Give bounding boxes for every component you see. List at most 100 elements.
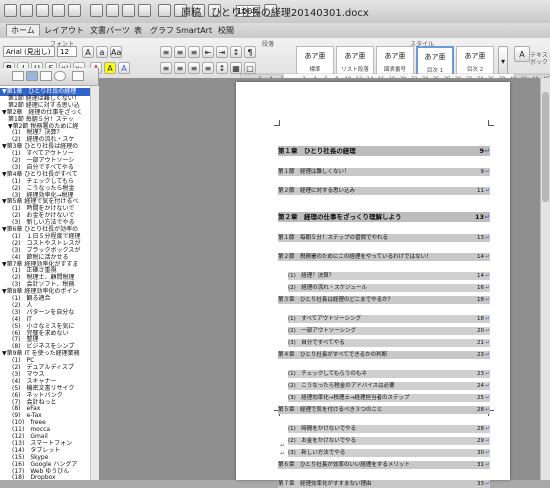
text-effects-button[interactable]: A xyxy=(118,62,130,74)
toc-entry[interactable]: (1) チェックしてもらうのもネ 23 ↵ xyxy=(288,370,490,378)
search-icon[interactable] xyxy=(54,71,66,81)
increase-indent-icon[interactable]: ⇥ xyxy=(216,46,228,58)
highlight-button[interactable]: A xyxy=(104,62,116,74)
return-mark-icon: ↵ xyxy=(485,316,490,322)
return-mark-icon: ↵ xyxy=(485,340,490,346)
document-page[interactable]: ↵ ↵ xyxy=(236,82,510,480)
return-mark-icon: ↵ xyxy=(485,438,490,444)
toc-entry[interactable]: (1) すべてアウトソーシング 18 ↵ xyxy=(288,315,490,323)
toc-page-number: 33 xyxy=(477,481,484,487)
return-mark-icon: ↵ xyxy=(485,235,490,241)
toc-entry[interactable]: 第２節 税務署のためにこの経理をやっているわけではない！ 14 ↵ xyxy=(278,253,490,261)
style-preview: あア亜 xyxy=(384,52,406,60)
paragraph-group-label: 段落 xyxy=(262,41,275,48)
toc-page-number: 13 xyxy=(474,213,484,221)
toc-entry[interactable]: (2) お金をかけないでやる 29 ↵ xyxy=(288,437,490,445)
toc-entry[interactable]: 第７章 経理効率化がすすまない理由 33 ↵ xyxy=(278,480,490,488)
toc-page-number: 23 xyxy=(477,352,484,358)
navigation-scrollbar[interactable] xyxy=(90,86,99,480)
tab-home[interactable]: ホーム xyxy=(6,24,40,36)
toc-entry[interactable]: 第２章 経理の仕事をざっくり理解しよう 13 ↵ xyxy=(278,212,490,222)
toc-entry-text: 第１節 毎朝５分！ステップの習慣でやれる xyxy=(278,235,389,241)
tab-document-elements[interactable]: 文書パーツ xyxy=(90,25,130,36)
toc-entry[interactable]: 第２節 経理に対する思い込み 11 ↵ xyxy=(278,187,490,195)
tab-charts[interactable]: グラフ xyxy=(150,25,174,36)
style-preview: あア亜 xyxy=(424,53,446,61)
style-preview: あア亜 xyxy=(304,52,326,60)
title-bar: 100% 原稿 ひとり社長の経理20140301.docx xyxy=(0,0,550,24)
toc-entry[interactable]: 第１節 経理は難しくない！ 9 ↵ xyxy=(278,168,490,176)
toc-entry[interactable]: 第６章 ひとり社長が効率のいい経理をするメリット 31 ↵ xyxy=(278,461,490,469)
font-name-select[interactable]: Arial (見出し) xyxy=(3,46,55,57)
show-marks-icon[interactable]: ¶ xyxy=(244,46,256,58)
multilevel-list-icon[interactable]: ≡ xyxy=(188,46,200,58)
shrink-font-icon[interactable]: a xyxy=(96,46,108,58)
toc-entry-text: 第５章 経理で気を付けるべき３つのこと xyxy=(278,407,383,413)
scroll-thumb[interactable] xyxy=(542,92,549,202)
return-mark-icon: ↵ xyxy=(485,450,490,456)
toc-entry[interactable]: (3) 自分ですべてやる 21 ↵ xyxy=(288,339,490,347)
reference-tools-icon[interactable] xyxy=(40,71,52,81)
toc-entry[interactable]: 第１章 ひとり社長の経理 9 ↵ xyxy=(278,146,490,156)
toc-entry[interactable]: (2) 一部アウトソーシング 20 ↵ xyxy=(288,327,490,335)
toc-page-number: 31 xyxy=(477,462,484,468)
toc-page-number: 30 xyxy=(477,450,484,456)
toc-entry[interactable]: 第４章 ひとり社長がすべてできるかの判断 23 ↵ xyxy=(278,351,490,359)
horizontal-ruler[interactable]: 6422468101214161820222426283032343638404… xyxy=(239,68,550,83)
line-spacing-icon[interactable]: ↕ xyxy=(216,62,228,74)
tab-tables[interactable]: 表 xyxy=(134,25,142,36)
ribbon-tab-bar: ホーム レイアウト 文書パーツ 表 グラフ SmartArt 校閲 xyxy=(0,23,550,39)
toc-entry-text: (1) すべてアウトソーシング xyxy=(288,316,362,322)
return-mark-icon: ↵ xyxy=(484,213,490,221)
document-scrollbar[interactable] xyxy=(540,78,550,480)
toc-entry[interactable]: (3) 経理効率化→税理士→経理担当者のステップ 25 ↵ xyxy=(288,394,490,402)
tab-layout[interactable]: レイアウト xyxy=(44,25,84,36)
toc-entry[interactable]: 第３章 ひとり社長は経理のどこまでやるか？ 18 ↵ xyxy=(278,296,490,304)
return-mark-icon: ↵ xyxy=(485,352,490,358)
return-mark-icon: ↵ xyxy=(485,462,490,468)
thumbnail-view-icon[interactable] xyxy=(12,71,24,81)
toc-entry-text: (1) チェックしてもらうのもネ xyxy=(288,371,367,377)
font-size-select[interactable]: 12 xyxy=(57,46,77,57)
toc-page-number: 18 xyxy=(477,297,484,303)
return-mark-icon: ↵ xyxy=(485,371,490,377)
toc-entry[interactable]: (2) 経理の流れ・スケジュール 16 ↵ xyxy=(288,284,490,292)
toc-entry[interactable]: 第５章 経理で気を付けるべき３つのこと 28 ↵ xyxy=(278,406,490,414)
return-mark-icon: ↵ xyxy=(485,273,490,279)
toc-entry-text: (2) 一部アウトソーシング xyxy=(288,328,357,334)
text-box-icon[interactable]: A xyxy=(514,46,530,62)
sort-icon[interactable]: ↕ xyxy=(230,46,242,58)
document-map-item[interactable]: (18) Dropbox xyxy=(12,474,56,480)
toc-entry-text: (3) 経理効率化→税理士→経理担当者のステップ xyxy=(288,395,410,401)
numbering-icon[interactable]: ≡ xyxy=(174,46,186,58)
toc-entry[interactable]: (2) こうなったら税金のアドバイスは必要 24 ↵ xyxy=(288,382,490,390)
align-center-icon[interactable]: ≡ xyxy=(174,62,186,74)
return-mark-icon: ↵ xyxy=(485,297,490,303)
document-map-icon[interactable] xyxy=(26,71,38,81)
justify-icon[interactable]: ≡ xyxy=(202,62,214,74)
return-mark-icon: ↵ xyxy=(485,395,490,401)
grow-font-icon[interactable]: A xyxy=(82,46,94,58)
tab-smartart[interactable]: SmartArt xyxy=(176,25,212,36)
document-map: ▼第1章 ひとり社長の経理 第1節 経理は難しくない！ 第2節 経理に対する思い込 ▼… xyxy=(0,86,90,480)
tab-review[interactable]: 校閲 xyxy=(218,25,234,36)
toc-entry-text: 第６章 ひとり社長が効率のいい経理をするメリット xyxy=(278,462,410,468)
toc-entry[interactable]: 第１節 毎朝５分！ステップの習慣でやれる 13 ↵ xyxy=(278,234,490,242)
toc-entry[interactable]: (1) 時間をかけないでやる 28 ↵ xyxy=(288,425,490,433)
bullets-icon[interactable]: ≡ xyxy=(160,46,172,58)
toc-page-number: 14 xyxy=(477,273,484,279)
toc-entry-text: (3) 自分ですべてやる xyxy=(288,340,345,346)
toc-entry-text: (2) こうなったら税金のアドバイスは必要 xyxy=(288,383,395,389)
align-right-icon[interactable]: ≡ xyxy=(188,62,200,74)
clear-format-icon[interactable]: Aa xyxy=(110,46,122,58)
toc-page-number: 13 xyxy=(477,235,484,241)
toc-entry[interactable]: (3) 新しい方法でやる 30 ↵ xyxy=(288,449,490,457)
decrease-indent-icon[interactable]: ⇤ xyxy=(202,46,214,58)
toc-entry[interactable]: (1) 経理？決算？ 14 ↵ xyxy=(288,272,490,280)
align-left-icon[interactable]: ≡ xyxy=(160,62,172,74)
return-mark-icon: ↵ xyxy=(485,383,490,389)
style-preview: あア亜 xyxy=(344,52,366,60)
crop-mark xyxy=(488,120,494,126)
crop-mark xyxy=(274,120,280,126)
settings-icon[interactable] xyxy=(72,71,84,81)
